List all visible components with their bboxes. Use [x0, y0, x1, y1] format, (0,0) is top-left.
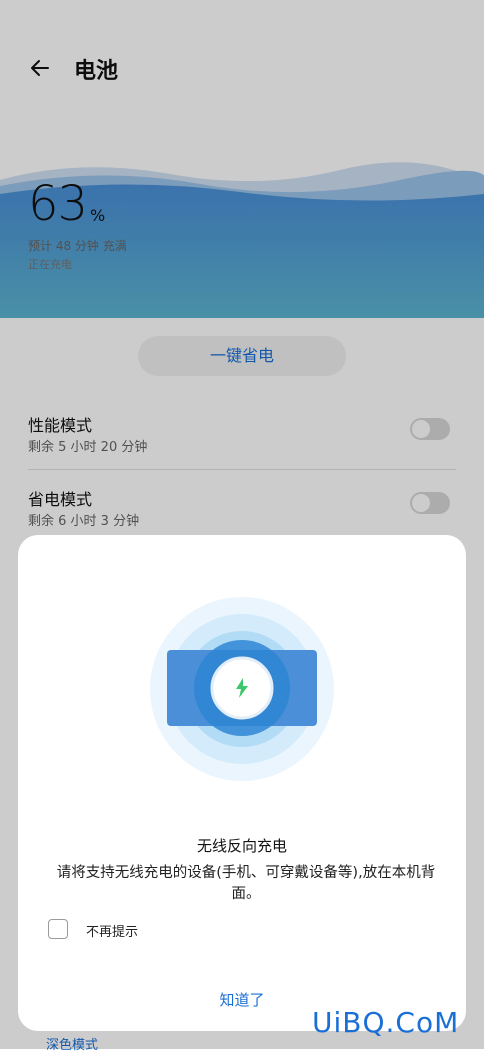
dialog-title: 无线反向充电	[196, 837, 287, 855]
watermark-logo: UiBQ.CoM	[312, 1006, 460, 1039]
dont-show-again-checkbox[interactable]	[48, 919, 68, 939]
lightning-icon	[233, 678, 251, 702]
dialog-message: 请将支持无线充电的设备(手机、可穿戴设备等),放在本机背面。	[56, 865, 436, 902]
checkbox-label: 不再提示	[86, 925, 139, 940]
reverse-charging-dialog: 无线反向充电 请将支持无线充电的设备(手机、可穿戴设备等),放在本机背面。 不再…	[18, 535, 466, 1031]
got-it-button[interactable]: 知道了	[182, 985, 302, 1015]
wireless-charging-illustration	[149, 596, 335, 782]
